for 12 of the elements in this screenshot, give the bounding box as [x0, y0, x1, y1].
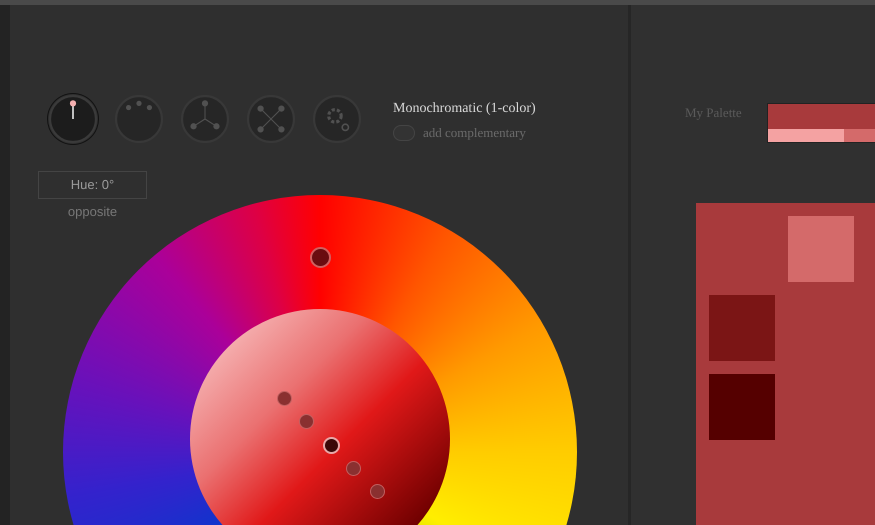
color-swatch[interactable] [709, 295, 775, 361]
palette-shade[interactable] [768, 129, 844, 142]
color-swatch[interactable] [788, 216, 854, 282]
hue-caption: opposite [68, 203, 118, 221]
scheme-mode-button[interactable] [48, 94, 98, 144]
hue-field[interactable]: Hue: 0° [38, 171, 147, 199]
main-color-swatch[interactable] [696, 203, 875, 525]
complementary-label: add complementary [423, 124, 526, 142]
palette-shade[interactable] [844, 129, 875, 142]
scheme-title: Monochromatic (1-color) [393, 100, 536, 118]
palette-bar[interactable] [768, 104, 875, 129]
color-swatch[interactable] [709, 374, 775, 440]
